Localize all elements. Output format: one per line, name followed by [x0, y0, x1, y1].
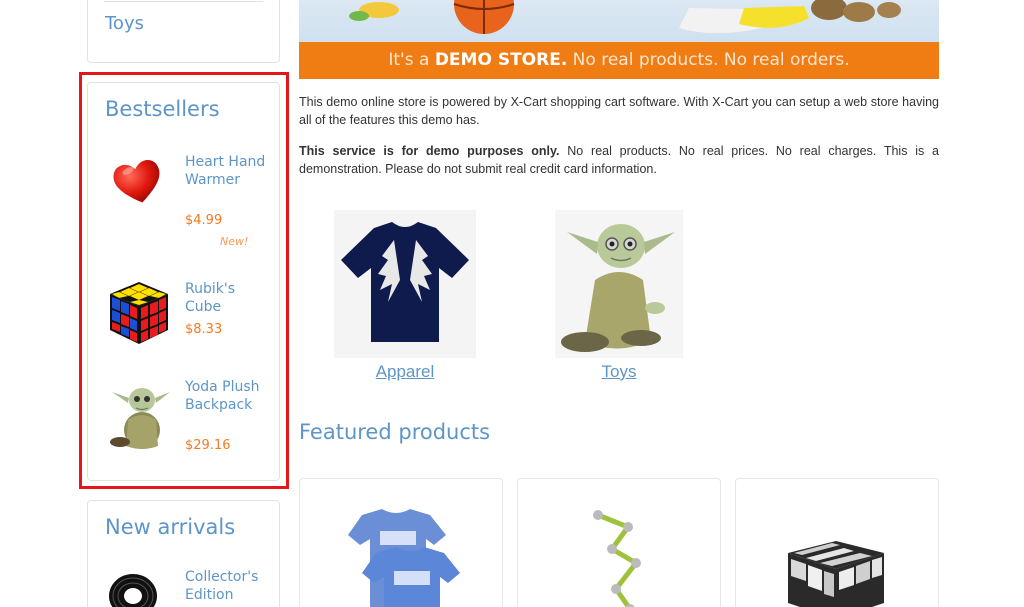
product-name-link[interactable]: Collector's Edition	[185, 568, 275, 604]
new-arrivals-title: New arrivals	[105, 515, 236, 539]
category-link-apparel[interactable]: Apparel	[334, 362, 476, 382]
tshirt-icon[interactable]	[300, 479, 503, 607]
bestsellers-title: Bestsellers	[105, 97, 220, 121]
product-price: $29.16	[185, 438, 231, 453]
bestsellers-box: Bestsellers Heart Hand Warmer $4.99 New!	[87, 82, 280, 481]
product-name-link[interactable]: Heart Hand Warmer	[185, 153, 275, 189]
product-name-link[interactable]: Rubik's Cube	[185, 280, 275, 316]
disclaimer-bold: This service is for demo purposes only.	[299, 144, 560, 158]
promo-banner	[299, 0, 939, 42]
slinky-icon[interactable]	[108, 571, 158, 607]
featured-product-card[interactable]	[299, 478, 503, 607]
featured-product-card[interactable]	[517, 478, 721, 607]
featured-products-title: Featured products	[299, 420, 491, 444]
product-price: $8.33	[185, 322, 223, 337]
tshirt-icon[interactable]	[334, 210, 476, 358]
category-card-apparel[interactable]: Apparel	[334, 210, 476, 385]
cube-icon[interactable]	[108, 280, 170, 346]
yoda-icon[interactable]	[108, 380, 172, 452]
demo-suffix: No real products. No real orders.	[567, 50, 850, 70]
mirror-cube-icon[interactable]	[736, 479, 939, 607]
divider	[104, 1, 263, 2]
disclaimer-paragraph: This service is for demo purposes only. …	[299, 142, 939, 178]
featured-product-card[interactable]	[735, 478, 939, 607]
product-price: $4.99	[185, 213, 223, 228]
new-badge: New!	[220, 235, 249, 248]
demo-prefix: It's a	[388, 50, 435, 70]
banner-image	[349, 0, 901, 34]
category-card-toys[interactable]: Toys	[555, 210, 683, 385]
heart-icon[interactable]	[110, 157, 166, 207]
intro-paragraph: This demo online store is powered by X-C…	[299, 95, 939, 127]
demo-bold: DEMO STORE.	[434, 50, 568, 70]
construction-toy-icon[interactable]	[518, 479, 721, 607]
yoda-icon[interactable]	[555, 210, 683, 358]
categories-box: Toys	[87, 0, 280, 63]
new-arrivals-box: New arrivals Collector's Edition	[87, 500, 280, 607]
product-name-link[interactable]: Yoda Plush Backpack	[185, 378, 275, 414]
category-link-toys[interactable]: Toys	[555, 362, 683, 382]
sidebar-category-toys[interactable]: Toys	[105, 13, 144, 34]
demo-store-notice: It's a DEMO STORE. No real products. No …	[299, 42, 939, 79]
